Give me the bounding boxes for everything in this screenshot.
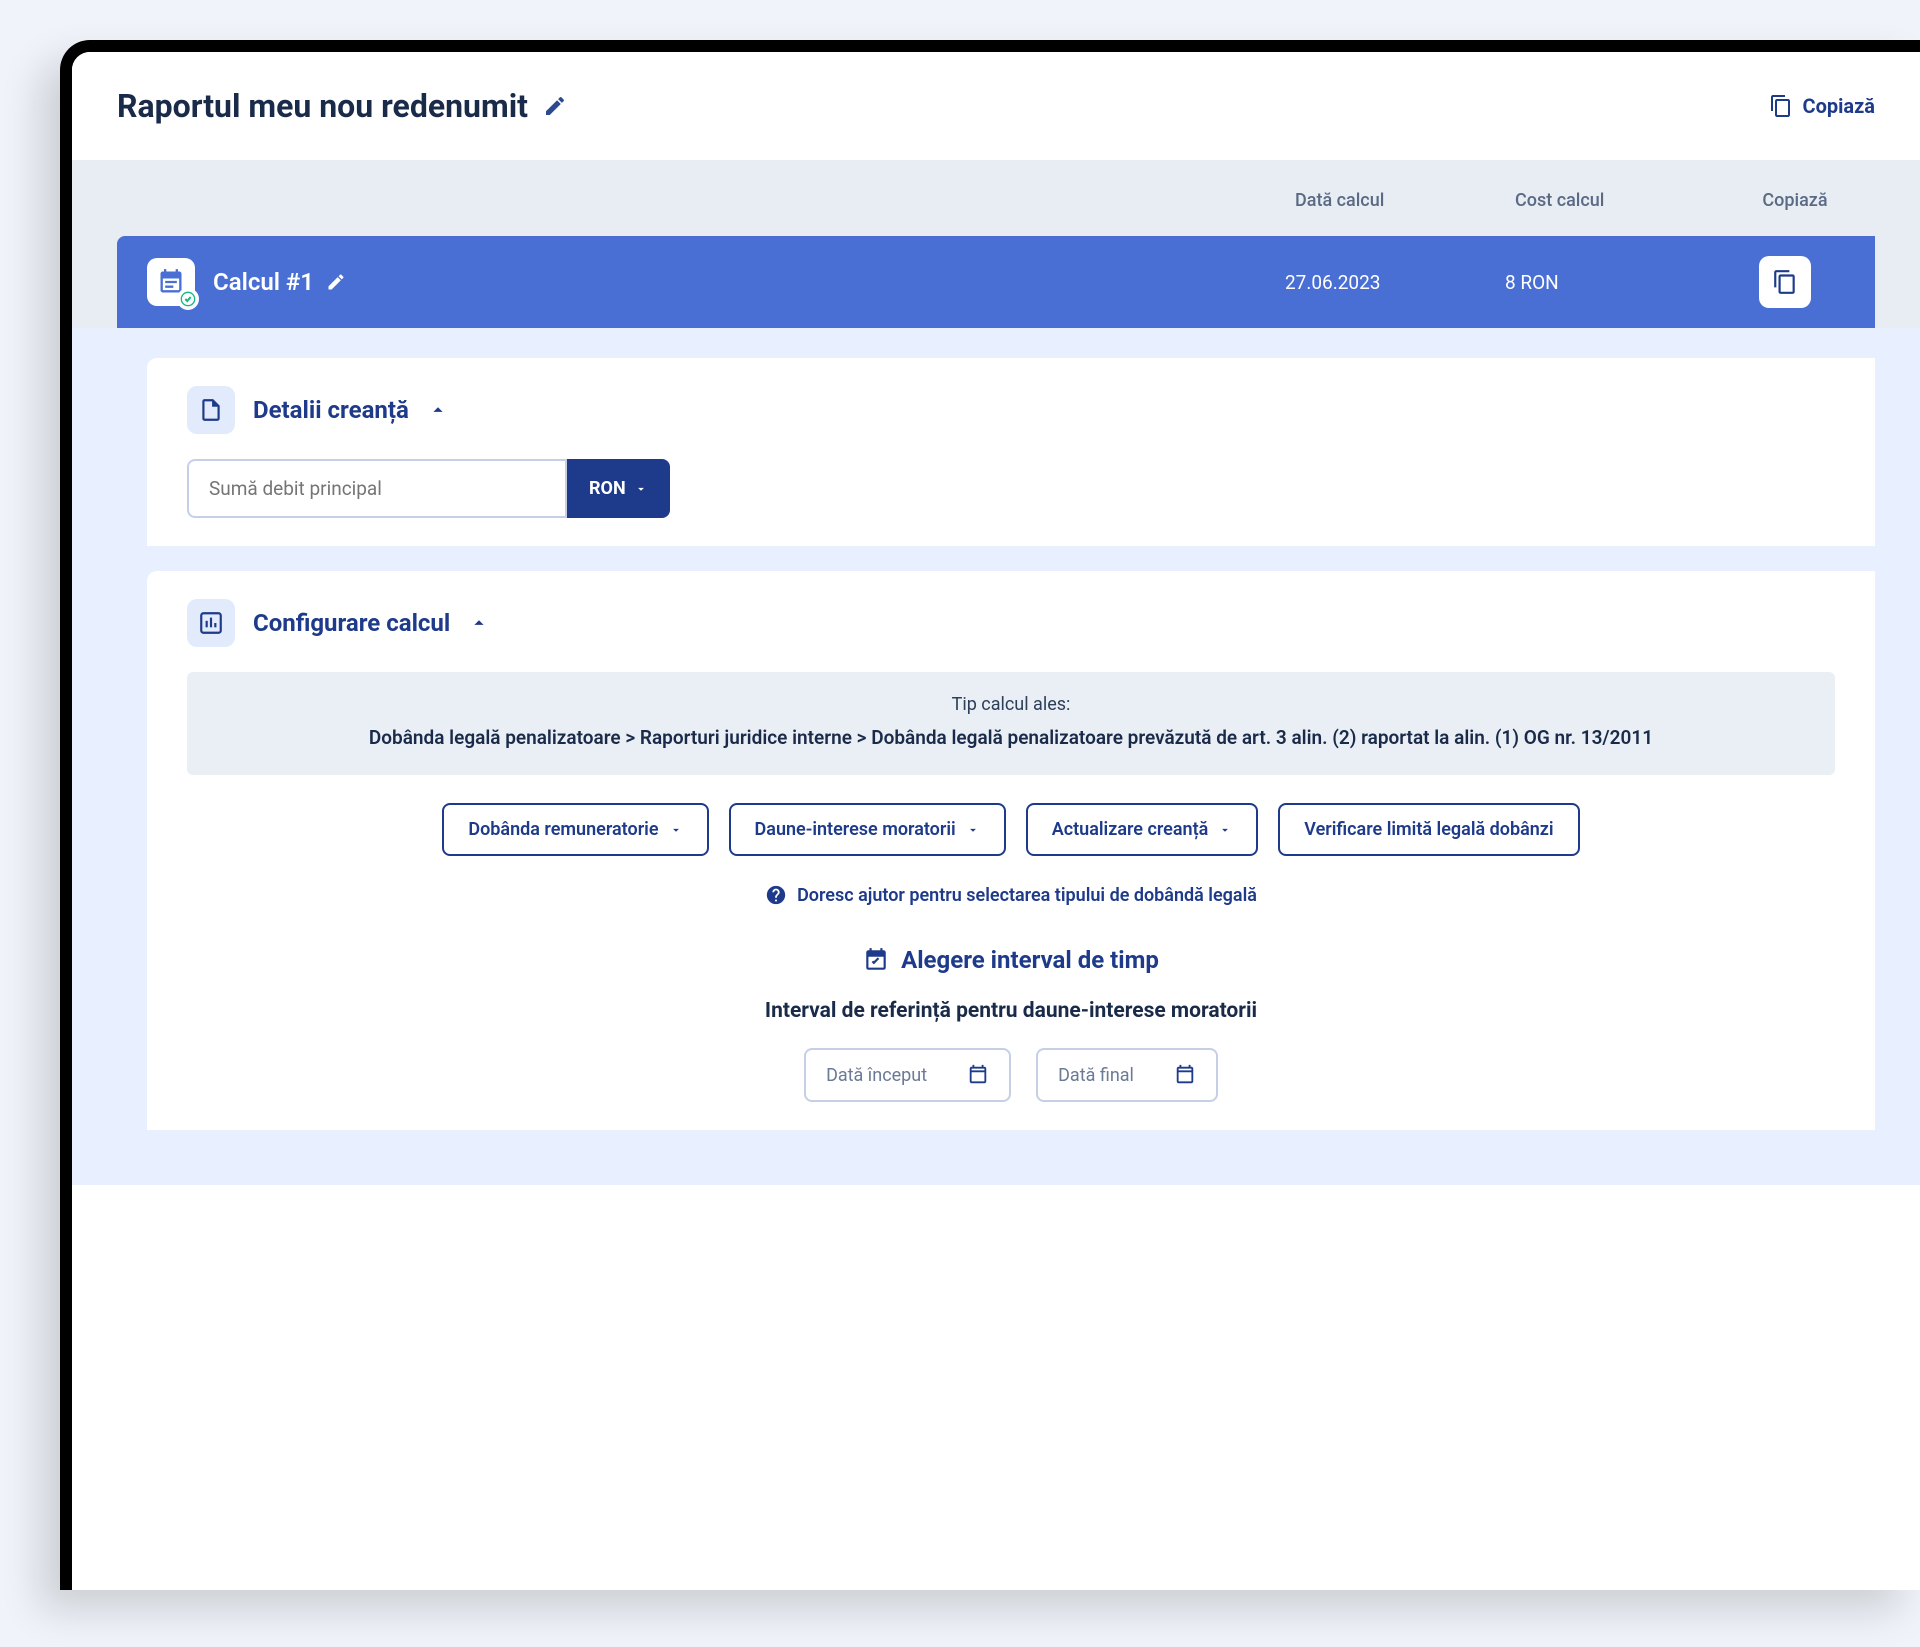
date-inputs-row: Dată început Dată final — [187, 1048, 1835, 1102]
copy-report-button[interactable]: Copiază — [1769, 94, 1876, 118]
question-icon — [765, 884, 787, 906]
currency-label: RON — [589, 478, 626, 499]
details-card: Detalii creanță RON — [147, 358, 1875, 546]
btn-label: Dobânda remuneratorie — [468, 819, 658, 840]
calculation-cost: 8 RON — [1505, 271, 1725, 294]
calculation-date: 27.06.2023 — [1285, 271, 1505, 294]
caret-down-icon — [966, 823, 980, 837]
copy-icon — [1769, 94, 1793, 118]
help-link[interactable]: Doresc ajutor pentru selectarea tipului … — [187, 884, 1835, 906]
time-section-title: Alegere interval de timp — [187, 946, 1835, 974]
caret-down-icon — [1218, 823, 1232, 837]
title-row: Raportul meu nou redenumit — [117, 87, 567, 125]
check-icon — [180, 291, 196, 307]
chart-icon — [198, 610, 224, 636]
date-end-input[interactable]: Dată final — [1036, 1048, 1218, 1102]
calc-type-info: Tip calcul ales: Dobânda legală penaliza… — [187, 672, 1835, 775]
date-start-label: Dată început — [826, 1065, 927, 1086]
details-header[interactable]: Detalii creanță — [187, 386, 1835, 434]
column-header-cost: Cost calcul — [1515, 190, 1735, 211]
btn-label: Daune-interese moratorii — [755, 819, 956, 840]
pencil-icon — [543, 94, 567, 118]
info-label: Tip calcul ales: — [217, 694, 1805, 715]
check-badge — [177, 288, 199, 310]
help-text: Doresc ajutor pentru selectarea tipului … — [797, 885, 1257, 906]
principal-amount-input[interactable] — [187, 459, 567, 518]
copy-icon — [1772, 269, 1798, 295]
page-title: Raportul meu nou redenumit — [117, 87, 528, 125]
date-start-input[interactable]: Dată început — [804, 1048, 1011, 1102]
copy-label: Copiază — [1803, 94, 1876, 118]
column-header-date: Dată calcul — [1295, 190, 1515, 211]
pencil-icon[interactable] — [326, 272, 346, 292]
calendar-icon — [967, 1064, 989, 1086]
config-card: Configurare calcul Tip calcul ales: Dobâ… — [147, 571, 1875, 1130]
config-section-title: Configurare calcul — [253, 609, 450, 637]
daune-dropdown[interactable]: Daune-interese moratorii — [729, 803, 1006, 856]
currency-selector[interactable]: RON — [567, 459, 670, 518]
details-section-title: Detalii creanță — [253, 396, 409, 424]
caret-down-icon — [634, 482, 648, 496]
device-frame: Raportul meu nou redenumit Copiază Dată … — [60, 40, 1920, 1590]
info-text: Dobânda legală penalizatoare > Raporturi… — [217, 723, 1805, 753]
btn-label: Verificare limită legală dobânzi — [1304, 819, 1553, 840]
chevron-up-icon — [427, 399, 449, 421]
reference-interval-title: Interval de referință pentru daune-inter… — [187, 999, 1835, 1023]
calculation-copy-cell — [1725, 256, 1845, 308]
calc-type-buttons: Dobânda remuneratorie Daune-interese mor… — [187, 803, 1835, 856]
config-header[interactable]: Configurare calcul — [187, 599, 1835, 647]
details-section: Detalii creanță RON Configura — [72, 328, 1920, 1185]
verificare-dropdown[interactable]: Verificare limită legală dobânzi — [1278, 803, 1579, 856]
column-headers: Dată calcul Cost calcul Copiază — [117, 190, 1875, 236]
col-name-spacer — [137, 190, 1295, 211]
amount-input-row: RON — [187, 459, 1835, 518]
copy-calculation-button[interactable] — [1759, 256, 1811, 308]
calendar-icon — [1174, 1064, 1196, 1086]
details-icon-box — [187, 386, 235, 434]
config-icon-box — [187, 599, 235, 647]
calculation-title-cell: Calcul #1 — [213, 268, 1285, 296]
calculation-row[interactable]: Calcul #1 27.06.2023 8 RON — [117, 236, 1875, 328]
calendar-check-icon — [863, 947, 889, 973]
column-header-copy: Copiază — [1735, 190, 1855, 211]
calculation-title: Calcul #1 — [213, 268, 314, 296]
remuneratorie-dropdown[interactable]: Dobânda remuneratorie — [442, 803, 708, 856]
actualizare-dropdown[interactable]: Actualizare creanță — [1026, 803, 1259, 856]
caret-down-icon — [669, 823, 683, 837]
btn-label: Actualizare creanță — [1052, 819, 1209, 840]
calculation-icon-wrap — [147, 258, 195, 306]
chevron-up-icon — [468, 612, 490, 634]
date-end-label: Dată final — [1058, 1065, 1134, 1086]
document-icon — [198, 397, 224, 423]
edit-title-button[interactable] — [543, 94, 567, 118]
calculations-list: Dată calcul Cost calcul Copiază Calcul #… — [72, 160, 1920, 328]
time-title: Alegere interval de timp — [901, 946, 1159, 974]
app-content: Raportul meu nou redenumit Copiază Dată … — [72, 52, 1920, 1185]
header-bar: Raportul meu nou redenumit Copiază — [72, 52, 1920, 160]
